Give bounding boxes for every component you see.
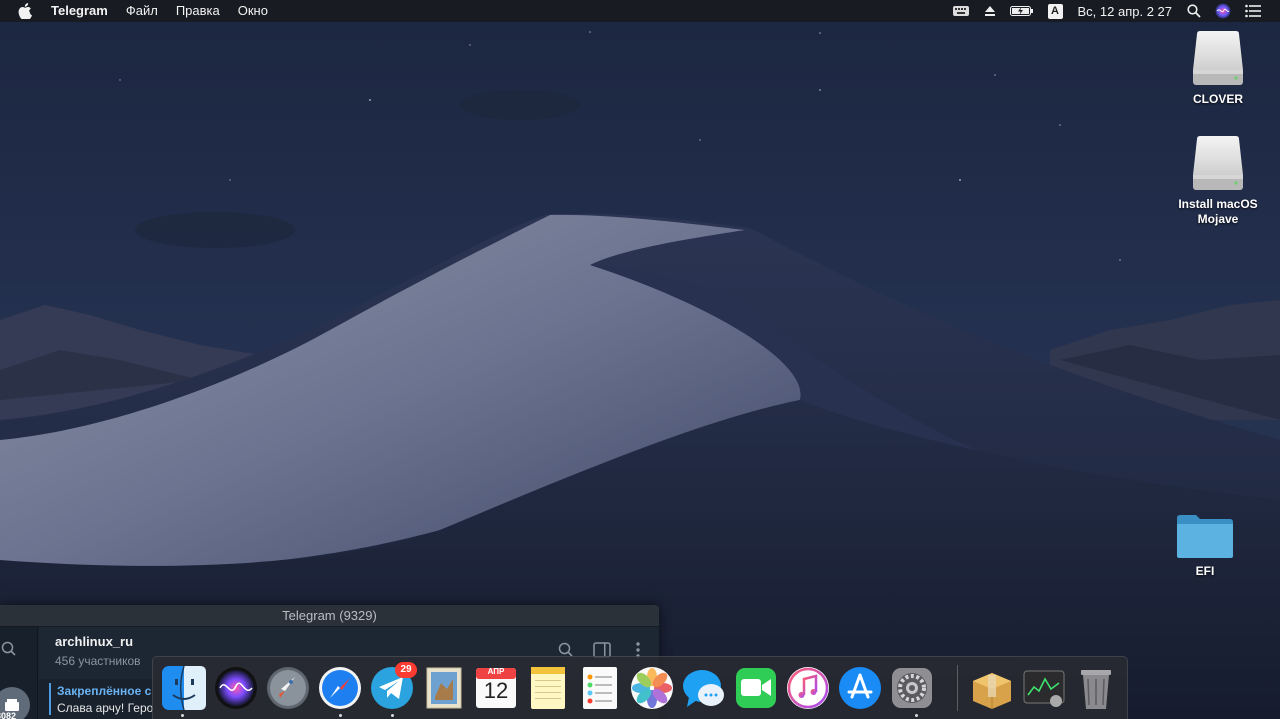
dock-reminders[interactable] (577, 665, 623, 711)
running-indicator (339, 714, 342, 717)
calendar-day-label: 12 (483, 678, 509, 703)
external-drive-icon (1193, 31, 1243, 85)
keyboard-layout-icon[interactable] (945, 0, 977, 22)
gear-icon (892, 668, 932, 708)
spotlight-search-icon[interactable] (1180, 0, 1208, 22)
running-indicator (391, 714, 394, 717)
dock-siri[interactable] (213, 665, 259, 711)
dock-notes[interactable] (525, 665, 571, 711)
desktop-icon-install-macos-mojave[interactable]: Install macOS Mojave (1163, 135, 1273, 227)
menu-bar: Telegram Файл Правка Окно A Вс, 12 апр. … (0, 0, 1280, 22)
dock-trash[interactable] (1073, 665, 1119, 711)
compass-icon (319, 667, 361, 709)
desktop-icon-label: Install macOS Mojave (1178, 197, 1258, 226)
menu-app-name[interactable]: Telegram (51, 0, 117, 22)
desktop-icon-clover[interactable]: CLOVER (1163, 30, 1273, 107)
chat-list-sidebar: 3082 (0, 627, 38, 719)
pinned-accent-bar (49, 683, 51, 715)
menu-edit[interactable]: Правка (167, 0, 229, 22)
dock-system-preferences[interactable] (889, 665, 935, 711)
notification-center-icon[interactable] (1238, 0, 1268, 22)
chat-member-count: 456 участников (55, 654, 141, 668)
dock-itunes[interactable] (785, 665, 831, 711)
window-title[interactable]: Telegram (9329) (0, 605, 659, 627)
dock-app-store[interactable] (837, 665, 883, 711)
dock-photos[interactable] (629, 665, 675, 711)
dock-facetime[interactable] (733, 665, 779, 711)
reminders-icon (583, 667, 617, 709)
unread-count-badge: 3082 (0, 711, 17, 719)
app-store-icon (839, 667, 881, 709)
search-icon[interactable] (1, 641, 17, 662)
trash-icon (1081, 670, 1111, 709)
monitor-graph-icon (1023, 670, 1065, 707)
notes-icon (531, 667, 565, 709)
video-call-icon (736, 668, 776, 708)
dock-messages[interactable] (681, 665, 727, 711)
rocket-icon (267, 667, 309, 709)
siri-icon (215, 667, 257, 709)
menu-window[interactable]: Окно (229, 0, 277, 22)
mail-stamp-icon (426, 667, 462, 709)
desktop-icon-label: EFI (1195, 564, 1215, 578)
unread-badge: 29 (395, 662, 417, 678)
photos-icon (631, 667, 673, 709)
menu-bar-status-area: A Вс, 12 апр. 2 27 (945, 0, 1280, 22)
dock-calendar[interactable]: АПР 12 (473, 665, 519, 711)
desktop-icon-label: CLOVER (1192, 92, 1243, 106)
music-note-icon (787, 667, 829, 709)
chat-bubble-icon (683, 670, 724, 707)
chat-title[interactable]: archlinux_ru (55, 634, 133, 649)
menu-file[interactable]: Файл (117, 0, 167, 22)
dock-safari[interactable] (317, 665, 363, 711)
finder-icon (162, 665, 206, 711)
calendar-month-label: АПР (487, 667, 505, 676)
pinned-message-title: Закреплённое с (57, 684, 152, 698)
dock-separator (957, 665, 958, 711)
apple-menu-icon[interactable] (16, 2, 34, 20)
folder-icon (1177, 515, 1233, 558)
menu-bar-clock[interactable]: Вс, 12 апр. 2 27 (1070, 4, 1181, 19)
running-indicator (915, 714, 918, 717)
dock-activity-monitor[interactable] (1021, 665, 1067, 711)
input-source-label: A (1047, 3, 1063, 19)
package-box-icon (973, 673, 1011, 709)
desktop-icon-efi[interactable]: EFI (1150, 512, 1260, 579)
dock: 29 АПР 12 (152, 656, 1128, 719)
battery-icon[interactable] (1003, 0, 1041, 22)
eject-icon[interactable] (977, 0, 1003, 22)
dock-launchpad[interactable] (265, 665, 311, 711)
running-indicator (181, 714, 184, 717)
external-drive-icon (1193, 136, 1243, 190)
input-source-icon[interactable]: A (1041, 0, 1070, 22)
dock-archive-utility[interactable] (969, 665, 1015, 711)
pinned-message-text: Слава арчу! Геро (57, 701, 154, 715)
dock-telegram[interactable]: 29 (369, 662, 417, 711)
siri-icon[interactable] (1208, 0, 1238, 22)
dock-finder[interactable] (161, 665, 207, 711)
dock-mail[interactable] (421, 665, 467, 711)
